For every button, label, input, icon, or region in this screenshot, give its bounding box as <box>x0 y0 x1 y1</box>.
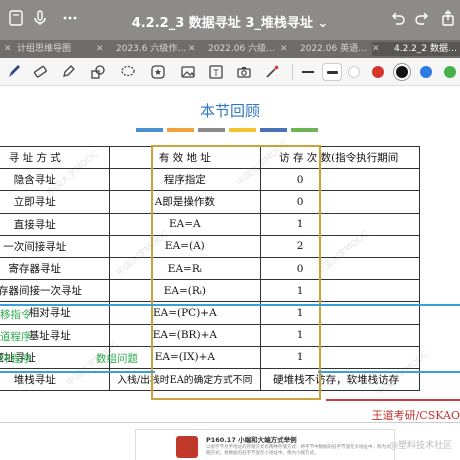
accent-bar <box>229 128 256 132</box>
card-text: 以很字节为字地址的存储方式有两种存储方式：将字节中数据的低字节放在大地址中，称为… <box>206 445 391 456</box>
color-black-selected[interactable] <box>396 66 408 78</box>
color-red[interactable] <box>372 66 384 78</box>
tab-5-active[interactable]: ✕ 4.2.2_2 数据… <box>372 42 460 56</box>
card-title: P160.17 小端和大端方式举例 <box>206 436 297 444</box>
tab-label: 计组思维导图 <box>17 44 72 54</box>
text-icon[interactable]: T <box>208 64 224 80</box>
tab-label: 2022.06 六级… <box>208 44 276 54</box>
tab-label: 2022.06 英语… <box>300 44 368 54</box>
effective-address-highlight <box>151 145 321 400</box>
lasso-icon[interactable] <box>120 64 136 80</box>
source-watermark: @塑料技术社区 <box>388 441 452 451</box>
redo-icon[interactable] <box>414 10 430 30</box>
section-divider-line <box>0 371 155 373</box>
sticker-icon[interactable] <box>150 64 166 80</box>
table-cell: 寄存器间接一次寻址 <box>0 279 110 303</box>
close-icon[interactable]: ✕ <box>372 42 380 56</box>
chevron-down-icon: ⌄ <box>317 16 329 31</box>
accent-bar <box>291 128 318 132</box>
handwritten-note: 数组问题 <box>96 353 138 365</box>
close-icon[interactable]: ✕ <box>96 42 104 56</box>
table-cell: 寄存器寻址 <box>0 256 110 281</box>
eraser-icon[interactable] <box>32 64 48 80</box>
page-separator <box>0 422 460 423</box>
section-heading: 本节回顾 <box>199 102 260 120</box>
close-icon[interactable]: ✕ <box>188 42 196 56</box>
handwritten-note: 道程序 <box>0 331 32 343</box>
thick-stroke-icon <box>327 71 338 74</box>
table-cell: 一次间接寻址 <box>0 234 110 258</box>
tab-2[interactable]: ✕ 2023.6 六级作… <box>96 42 188 56</box>
table-cell: 隐含寻址 <box>0 168 110 192</box>
close-icon[interactable]: ✕ <box>280 42 288 56</box>
camera-icon[interactable] <box>236 64 252 80</box>
underline-annotation <box>326 399 460 401</box>
color-white[interactable] <box>348 66 360 78</box>
tab-1[interactable]: ✕ 计组思维导图 <box>4 42 96 56</box>
laser-icon[interactable] <box>264 64 280 80</box>
color-blue[interactable] <box>420 66 432 78</box>
handwritten-note: 环程序 <box>0 353 32 365</box>
accent-bar <box>260 128 287 132</box>
table-cell: 直接寻址 <box>0 212 110 236</box>
shapes-icon[interactable] <box>90 64 106 80</box>
thumbnail <box>176 436 198 458</box>
tab-4[interactable]: ✕ 2022.06 英语… <box>280 42 372 56</box>
accent-bar <box>198 128 225 132</box>
thick-stroke-option[interactable] <box>322 63 342 81</box>
annotation-toolbar: T <box>0 58 460 86</box>
pen-icon[interactable] <box>6 64 22 80</box>
section-divider-line <box>318 371 460 373</box>
share-icon[interactable] <box>440 10 456 30</box>
highlighter-icon[interactable] <box>60 64 76 80</box>
tab-3[interactable]: ✕ 2022.06 六级… <box>188 42 280 56</box>
tab-label: 4.2.2_2 数据… <box>394 44 457 54</box>
section-divider-line <box>0 304 460 306</box>
title-bar: 4.2.2_3 数据寻址 3_堆栈寻址 ⌄ <box>0 0 460 40</box>
toolbar-divider <box>292 64 293 80</box>
table-cell: 立即寻址 <box>0 190 110 214</box>
table-header: 寻 址 方 式 <box>0 145 110 170</box>
image-icon[interactable] <box>180 64 196 80</box>
thin-stroke-icon[interactable] <box>302 71 314 73</box>
tab-bar: ✕ 计组思维导图 ✕ 2023.6 六级作… ✕ 2022.06 六级… ✕ 2… <box>0 40 460 58</box>
color-green[interactable] <box>444 66 456 78</box>
next-page-preview: P160.17 小端和大端方式举例 以很字节为字地址的存储方式有两种存储方式：将… <box>135 429 395 460</box>
accent-bar <box>136 128 163 132</box>
svg-text:T: T <box>213 68 219 78</box>
undo-icon[interactable] <box>390 10 406 30</box>
accent-bar <box>167 128 194 132</box>
footer-brand: 王道考研/CSKAO <box>371 409 460 422</box>
close-icon[interactable]: ✕ <box>4 42 12 56</box>
document-page[interactable]: 中国大学MOOC 中国大学MOOC 中国大学MOOC 中国大学MOOC 中国大学… <box>0 86 460 460</box>
handwritten-note: 移指令 <box>0 309 32 321</box>
tab-label: 2023.6 六级作… <box>116 44 187 54</box>
